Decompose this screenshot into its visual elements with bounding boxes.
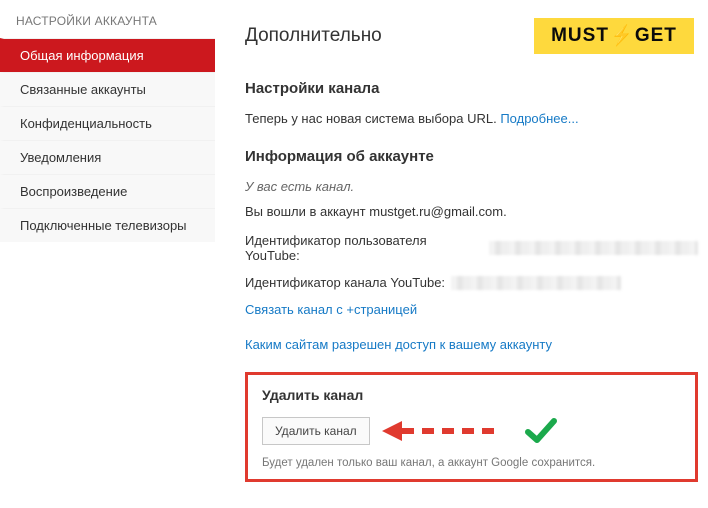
signed-in-prefix: Вы вошли в аккаунт — [245, 204, 369, 219]
brand-text-right: GET — [635, 25, 677, 47]
sidebar-item-overview[interactable]: Общая информация — [0, 38, 215, 72]
sidebar-item-connected-accounts[interactable]: Связанные аккаунты — [0, 72, 215, 106]
delete-row: Удалить канал — [262, 417, 681, 445]
user-id-label: Идентификатор пользователя YouTube: — [245, 233, 483, 263]
link-plus-page[interactable]: Связать канал с +страницей — [245, 302, 417, 317]
checkmark-icon — [524, 417, 558, 445]
channel-settings-heading: Настройки канала — [245, 80, 698, 97]
channel-id-label: Идентификатор канала YouTube: — [245, 275, 445, 290]
channel-id-line: Идентификатор канала YouTube: — [245, 275, 698, 290]
delete-channel-button[interactable]: Удалить канал — [262, 417, 370, 445]
channel-id-value-blurred — [451, 276, 621, 290]
arrow-left-icon — [382, 419, 512, 443]
delete-channel-box: Удалить канал Удалить канал Будет удален… — [245, 372, 698, 482]
main-header: Дополнительно MUST⚡GET — [245, 18, 698, 54]
sidebar-item-privacy[interactable]: Конфиденциальность — [0, 106, 215, 140]
sidebar-item-label: Подключенные телевизоры — [20, 218, 187, 233]
delete-disclaimer: Будет удален только ваш канал, а аккаунт… — [262, 457, 681, 469]
sidebar-item-notifications[interactable]: Уведомления — [0, 140, 215, 174]
account-info-heading: Информация об аккаунте — [245, 148, 698, 165]
sidebar-item-label: Конфиденциальность — [20, 116, 152, 131]
channel-settings-text: Теперь у нас новая система выбора URL. П… — [245, 111, 698, 126]
sidebar-item-connected-tvs[interactable]: Подключенные телевизоры — [0, 208, 215, 242]
user-id-line: Идентификатор пользователя YouTube: — [245, 233, 698, 263]
brand-badge: MUST⚡GET — [534, 18, 694, 54]
signed-in-email: mustget.ru@gmail.com. — [369, 204, 506, 219]
sidebar-item-label: Уведомления — [20, 150, 101, 165]
user-id-value-blurred — [489, 241, 698, 255]
signed-in-line: Вы вошли в аккаунт mustget.ru@gmail.com. — [245, 204, 698, 219]
sidebar-item-label: Связанные аккаунты — [20, 82, 146, 97]
learn-more-link[interactable]: Подробнее... — [500, 111, 578, 126]
brand-text-left: MUST — [551, 25, 609, 47]
delete-channel-heading: Удалить канал — [262, 387, 681, 403]
sidebar-item-label: Воспроизведение — [20, 184, 127, 199]
settings-sidebar: НАСТРОЙКИ АККАУНТА Общая информация Связ… — [0, 0, 215, 492]
page-title: Дополнительно — [245, 25, 382, 47]
lightning-icon: ⚡ — [611, 23, 633, 48]
sidebar-item-label: Общая информация — [20, 48, 144, 63]
sidebar-item-playback[interactable]: Воспроизведение — [0, 174, 215, 208]
main-content: Дополнительно MUST⚡GET Настройки канала … — [215, 0, 708, 492]
channel-settings-desc: Теперь у нас новая система выбора URL. — [245, 111, 500, 126]
link-site-access[interactable]: Каким сайтам разрешен доступ к вашему ак… — [245, 337, 552, 352]
has-channel-text: У вас есть канал. — [245, 179, 698, 194]
sidebar-title: НАСТРОЙКИ АККАУНТА — [0, 8, 215, 38]
